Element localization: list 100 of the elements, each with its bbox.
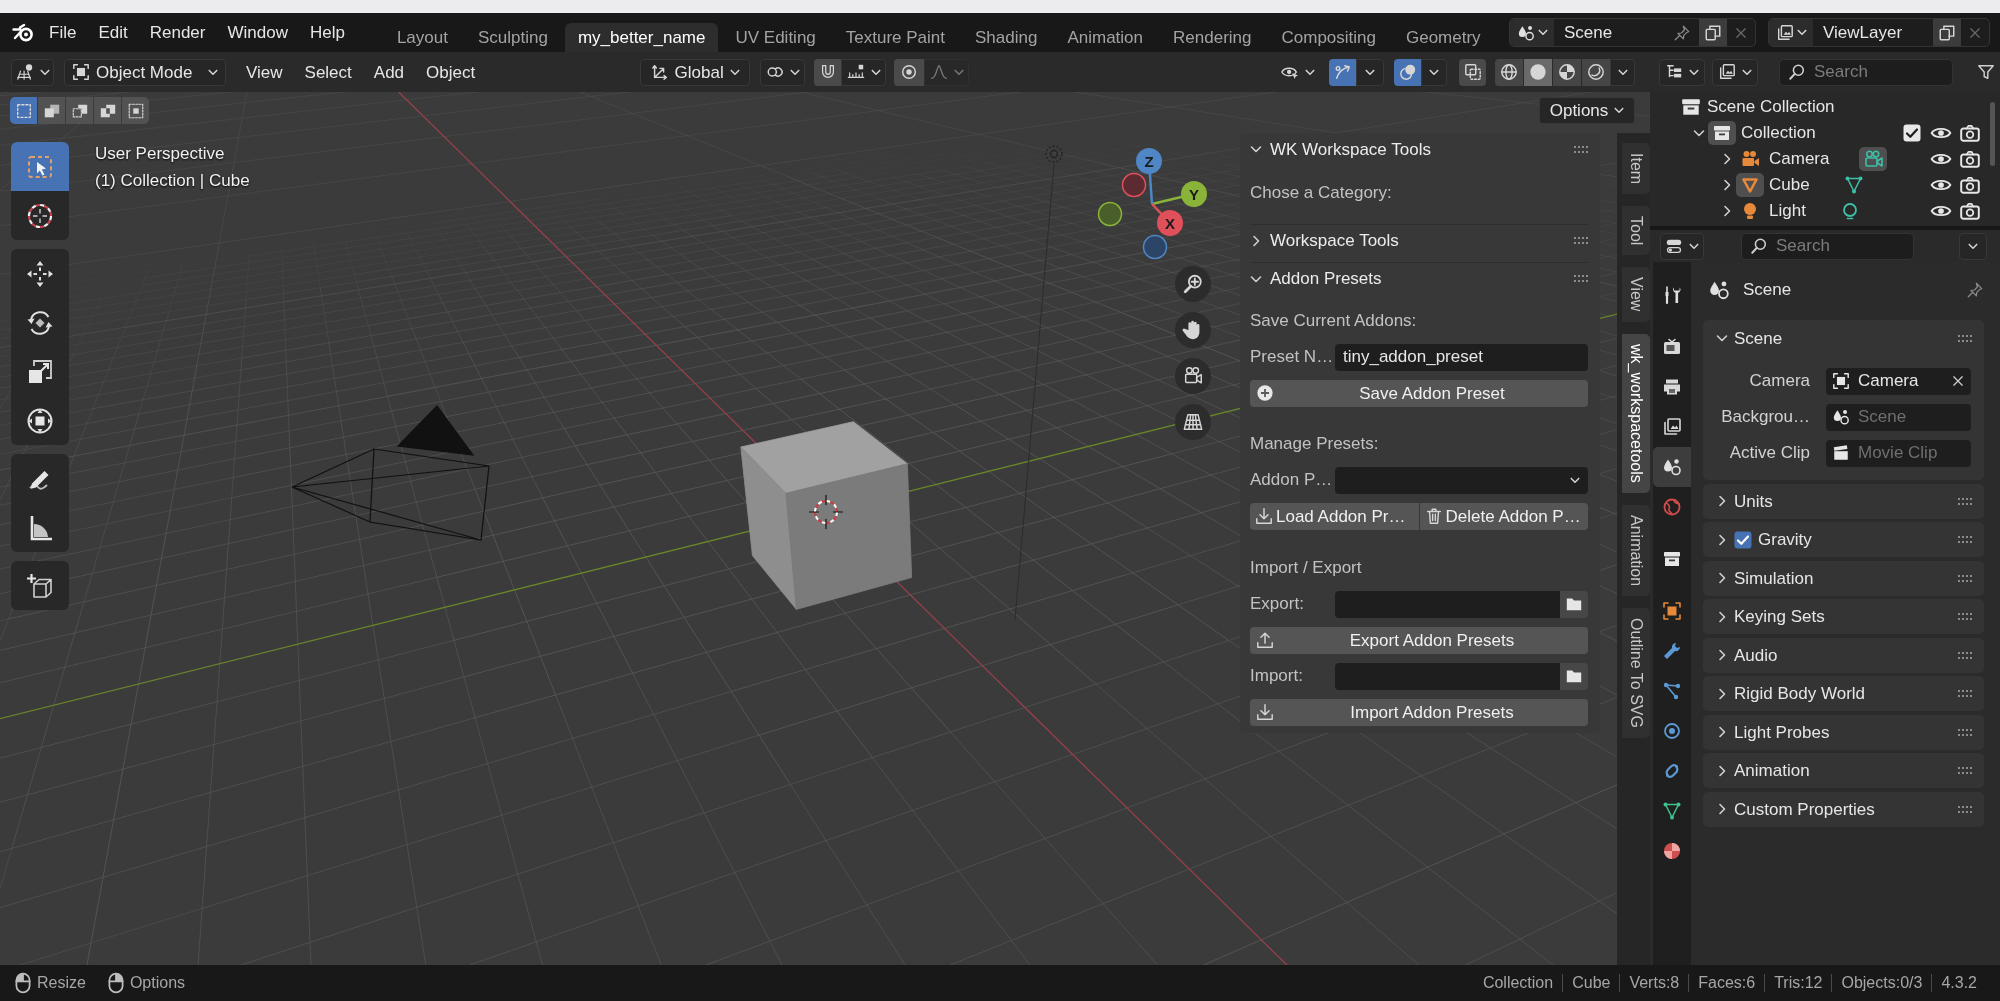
menu-item[interactable]: Render: [138, 18, 217, 47]
menu-item[interactable]: View: [235, 58, 294, 86]
shading-menu-button[interactable]: [1610, 58, 1635, 86]
shading-button[interactable]: [1582, 58, 1610, 86]
checkbox[interactable]: [1734, 530, 1752, 549]
panel-header[interactable]: Workspace Tools: [1250, 224, 1588, 256]
orientation-dropdown[interactable]: Global: [640, 58, 751, 86]
panel-header[interactable]: Rigid Body World: [1703, 676, 1984, 711]
import-presets-button[interactable]: Import Addon Presets: [1250, 698, 1588, 726]
panel-header[interactable]: Audio: [1703, 637, 1984, 673]
search-field[interactable]: Search: [1741, 232, 1914, 260]
menu-item[interactable]: Window: [216, 18, 299, 47]
gizmo-axis[interactable]: Z: [1136, 148, 1162, 205]
gizmo-menu-button[interactable]: [1356, 58, 1384, 86]
gizmo-axis[interactable]: [1097, 201, 1123, 227]
scene-name-field[interactable]: Scene: [1554, 19, 1699, 46]
sidebar-tab[interactable]: Outline To SVG: [1622, 607, 1650, 738]
outliner-item-name[interactable]: Collection: [1741, 123, 1816, 143]
view-layer-browse-button[interactable]: [1769, 19, 1813, 46]
workspace-tab[interactable]: UV Editing: [722, 23, 829, 52]
workspace-tab[interactable]: Sculpting: [464, 23, 561, 52]
panel-header[interactable]: Keying Sets: [1703, 599, 1984, 634]
panel-header[interactable]: Simulation: [1703, 560, 1984, 596]
shading-button[interactable]: [1553, 58, 1581, 86]
shading-button[interactable]: [1495, 58, 1523, 86]
xray-toggle[interactable]: [1459, 58, 1486, 86]
workspace-tab[interactable]: my_better_name: [564, 23, 719, 52]
sidebar-tab[interactable]: Animation: [1622, 504, 1650, 596]
overlay-menu-button[interactable]: [1421, 58, 1447, 86]
menu-item[interactable]: Edit: [87, 18, 139, 47]
selection-mode-button[interactable]: [10, 97, 37, 124]
outliner-item-name[interactable]: Light: [1769, 201, 1806, 221]
pivot-dropdown[interactable]: [760, 58, 806, 86]
export-path-field[interactable]: [1335, 590, 1560, 618]
menu-item[interactable]: Select: [293, 58, 363, 86]
workspace-tab[interactable]: Rendering: [1160, 23, 1265, 52]
shading-button[interactable]: [1524, 58, 1552, 86]
tool-button[interactable]: [11, 561, 69, 610]
folder-button[interactable]: [1560, 662, 1588, 690]
projection-button[interactable]: [1175, 404, 1211, 440]
selection-mode-button[interactable]: [38, 97, 65, 124]
selection-mode-button[interactable]: [122, 97, 149, 124]
editor-type-button[interactable]: [11, 58, 54, 86]
new-view-layer-button[interactable]: [1933, 19, 1961, 46]
panel-header[interactable]: Custom Properties: [1703, 791, 1984, 827]
tool-button[interactable]: [11, 191, 69, 240]
proportional-toggle[interactable]: [894, 58, 925, 86]
panel-header[interactable]: Scene: [1703, 320, 1984, 356]
save-preset-button[interactable]: Save Addon Preset: [1250, 379, 1588, 407]
editor-type-button[interactable]: [1660, 232, 1704, 260]
outliner-item-name[interactable]: Cube: [1769, 175, 1810, 195]
scene-browse-button[interactable]: [1510, 19, 1554, 46]
new-scene-button[interactable]: [1699, 19, 1727, 46]
menu-item[interactable]: Add: [362, 58, 416, 86]
panel-header[interactable]: Units: [1703, 483, 1984, 519]
zoom-button[interactable]: [1175, 266, 1211, 302]
menu-item[interactable]: Help: [298, 18, 356, 47]
snap-toggle[interactable]: [814, 58, 842, 86]
workspace-tab[interactable]: Geometry: [1393, 23, 1494, 52]
outliner-item-name[interactable]: Scene Collection: [1707, 97, 1835, 117]
display-mode-dropdown[interactable]: [1659, 58, 1705, 86]
tool-button[interactable]: [11, 503, 69, 552]
import-path-field[interactable]: [1335, 662, 1560, 690]
folder-button[interactable]: [1560, 590, 1588, 618]
workspace-tab[interactable]: Shading: [962, 23, 1051, 52]
sidebar-tab[interactable]: Item: [1622, 143, 1650, 195]
scrollbar[interactable]: [1990, 102, 1995, 166]
panel-header[interactable]: Animation: [1703, 753, 1984, 788]
options-dropdown[interactable]: Options: [1539, 97, 1635, 124]
outliner-item-name[interactable]: Camera: [1769, 149, 1830, 169]
search-field[interactable]: Search: [1779, 58, 1953, 86]
selection-mode-button[interactable]: [94, 97, 121, 124]
workspace-tab[interactable]: Layout: [383, 23, 461, 52]
workspace-tab[interactable]: Texture Paint: [832, 23, 959, 52]
camera-view-button[interactable]: [1175, 358, 1211, 394]
pan-button[interactable]: [1175, 312, 1211, 348]
menu-item[interactable]: File: [38, 18, 88, 47]
workspace-tab[interactable]: Compositing: [1268, 23, 1389, 52]
properties-tab[interactable]: [1653, 447, 1691, 487]
view-layer-dropdown[interactable]: [1712, 58, 1758, 86]
tool-button[interactable]: [11, 454, 69, 503]
gizmo-axis[interactable]: Y: [1151, 181, 1207, 207]
panel-header[interactable]: Light Probes: [1703, 714, 1984, 750]
tool-button[interactable]: [11, 249, 69, 298]
snap-target-dropdown[interactable]: [841, 58, 887, 86]
id-field[interactable]: Camera: [1826, 367, 1971, 395]
load-preset-button[interactable]: Load Addon Pr…: [1250, 502, 1419, 530]
panel-header[interactable]: Gravity: [1703, 522, 1984, 557]
gizmo-toggle[interactable]: [1329, 58, 1356, 86]
export-presets-button[interactable]: Export Addon Presets: [1250, 626, 1588, 654]
mode-dropdown[interactable]: Object Mode: [64, 58, 226, 86]
workspace-tab[interactable]: Animation: [1054, 23, 1157, 52]
panel-header[interactable]: WK Workspace Tools: [1250, 133, 1588, 165]
sidebar-tab[interactable]: View: [1622, 267, 1650, 322]
overlay-toggle[interactable]: [1394, 58, 1421, 86]
tool-button[interactable]: [11, 396, 69, 445]
sidebar-tab[interactable]: wk_workspacetools: [1622, 333, 1650, 493]
panel-header[interactable]: Addon Presets: [1250, 262, 1588, 294]
delete-preset-button[interactable]: Delete Addon P…: [1419, 502, 1588, 530]
preset-name-field[interactable]: tiny_addon_preset: [1335, 343, 1588, 371]
